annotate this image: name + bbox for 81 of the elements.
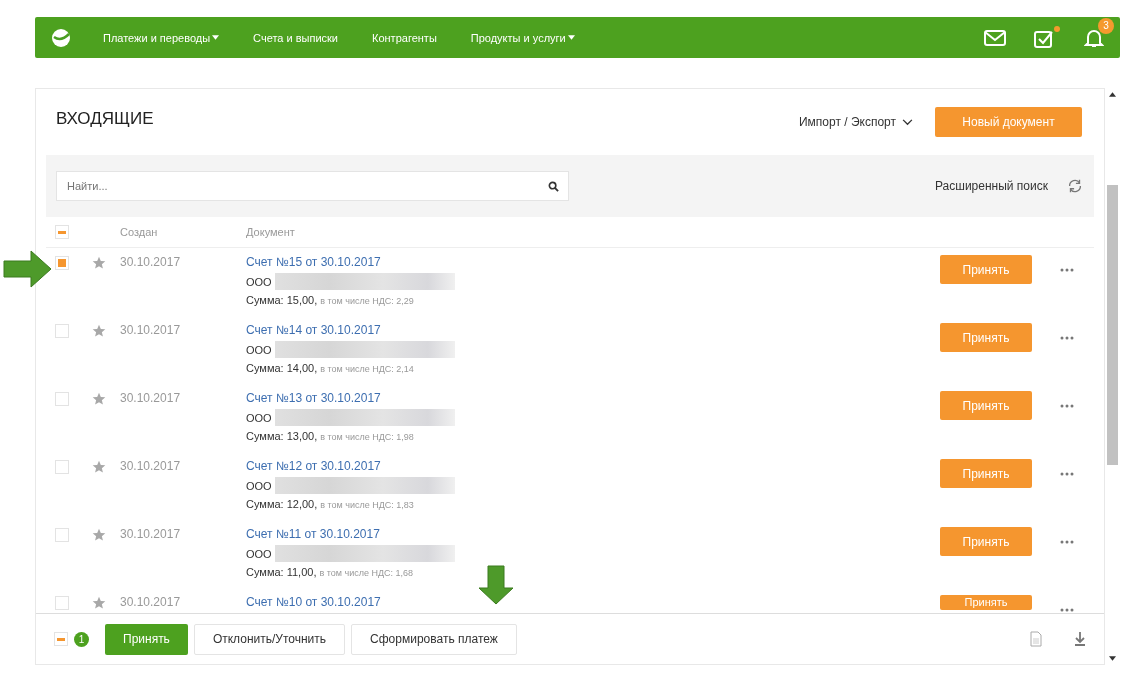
notification-badge: 3 — [1098, 17, 1114, 34]
amount-text: Сумма: 15,00, — [246, 294, 318, 306]
amount-text: Сумма: 13,00, — [246, 430, 318, 442]
amount-text: Сумма: 14,00, — [246, 362, 318, 374]
refresh-icon[interactable] — [1066, 177, 1084, 195]
selected-count-badge: 1 — [74, 631, 89, 647]
scroll-up-icon[interactable] — [1109, 92, 1116, 97]
company-name: ООО — [246, 411, 272, 424]
more-icon[interactable] — [1060, 404, 1074, 408]
column-header: Документ — [246, 226, 296, 238]
amount-text: Сумма: 11,00, — [246, 566, 317, 578]
select-all-checkbox[interactable] — [54, 632, 68, 646]
more-icon[interactable] — [1060, 336, 1074, 340]
column-header: Создан — [120, 226, 159, 238]
nav-menu-item[interactable]: Продукты и услуги — [470, 31, 575, 44]
select-all-checkbox[interactable] — [55, 225, 69, 239]
nav-menu-item[interactable]: Платежи и переводы — [103, 31, 220, 44]
star-icon[interactable] — [92, 392, 106, 406]
created-date: 30.10.2017 — [120, 595, 182, 609]
nav-menu-item[interactable]: Контрагенты — [372, 31, 437, 44]
company-name: ООО — [246, 547, 272, 560]
accept-button[interactable]: Принять — [940, 255, 1032, 284]
more-icon[interactable] — [1060, 268, 1074, 272]
arrow-icon — [478, 565, 514, 605]
download-icon[interactable] — [1074, 631, 1086, 647]
created-date: 30.10.2017 — [120, 459, 182, 473]
row-checkbox[interactable] — [55, 392, 69, 406]
new-document-button[interactable]: Новый документ — [935, 107, 1082, 137]
row-checkbox[interactable] — [55, 256, 69, 270]
star-icon[interactable] — [92, 528, 106, 542]
star-icon[interactable] — [92, 324, 106, 338]
mail-icon[interactable] — [984, 28, 1006, 47]
action-button[interactable]: Принять — [105, 623, 188, 655]
document-link[interactable]: Счет №12 от 30.10.2017 — [246, 459, 940, 473]
document-link[interactable]: Счет №11 от 30.10.2017 — [246, 527, 940, 541]
row-checkbox[interactable] — [55, 596, 69, 610]
accept-button[interactable]: Принять — [940, 595, 1032, 610]
company-name: ООО — [246, 343, 272, 356]
accept-button[interactable]: Принять — [940, 459, 1032, 488]
advanced-search-link[interactable]: Расширенный поиск — [935, 179, 1048, 193]
import-export-dropdown[interactable]: Импорт / Экспорт — [792, 114, 919, 130]
document-link[interactable]: Счет №15 от 30.10.2017 — [246, 255, 940, 269]
more-icon[interactable] — [1060, 608, 1074, 612]
nav-menu-item[interactable]: Счета и выписки — [253, 31, 338, 44]
vat-text: в том числе НДС: 1,83 — [320, 500, 414, 510]
document-link[interactable]: Счет №10 от 30.10.2017 — [246, 595, 940, 609]
company-name: ООО — [246, 479, 272, 492]
document-link[interactable]: Счет №14 от 30.10.2017 — [246, 323, 940, 337]
created-date: 30.10.2017 — [120, 391, 182, 405]
accept-button[interactable]: Принять — [940, 527, 1032, 556]
company-name: ООО — [246, 275, 272, 288]
action-button[interactable]: Отклонить/Уточнить — [193, 623, 346, 655]
document-link[interactable]: Счет №13 от 30.10.2017 — [246, 391, 940, 405]
vat-text: в том числе НДС: 2,29 — [320, 296, 414, 306]
more-icon[interactable] — [1060, 540, 1074, 544]
arrow-icon — [3, 250, 53, 288]
action-button[interactable]: Сформировать платеж — [351, 623, 517, 655]
search-field[interactable]: Найти... — [56, 171, 569, 201]
accept-button[interactable]: Принять — [940, 323, 1032, 352]
vat-text: в том числе НДС: 2,14 — [320, 364, 414, 374]
row-checkbox[interactable] — [55, 460, 69, 474]
created-date: 30.10.2017 — [120, 323, 182, 337]
accept-button[interactable]: Принять — [940, 391, 1032, 420]
chevron-down-icon — [902, 118, 913, 126]
amount-text: Сумма: 12,00, — [246, 498, 318, 510]
row-checkbox[interactable] — [55, 528, 69, 542]
star-icon[interactable] — [92, 596, 106, 610]
bell-icon[interactable] — [1084, 27, 1104, 48]
scroll-down-icon[interactable] — [1109, 656, 1116, 661]
search-icon[interactable] — [548, 181, 559, 192]
vat-text: в том числе НДС: 1,98 — [320, 432, 414, 442]
document-icon[interactable] — [1030, 631, 1042, 647]
created-date: 30.10.2017 — [120, 527, 182, 541]
vat-text: в том числе НДС: 1,68 — [319, 568, 414, 578]
row-checkbox[interactable] — [55, 324, 69, 338]
page-title: ВХОДЯЩИЕ — [56, 109, 154, 129]
star-icon[interactable] — [92, 460, 106, 474]
created-date: 30.10.2017 — [120, 255, 182, 269]
more-icon[interactable] — [1060, 472, 1074, 476]
logo-icon[interactable] — [51, 27, 71, 48]
star-icon[interactable] — [92, 256, 106, 270]
